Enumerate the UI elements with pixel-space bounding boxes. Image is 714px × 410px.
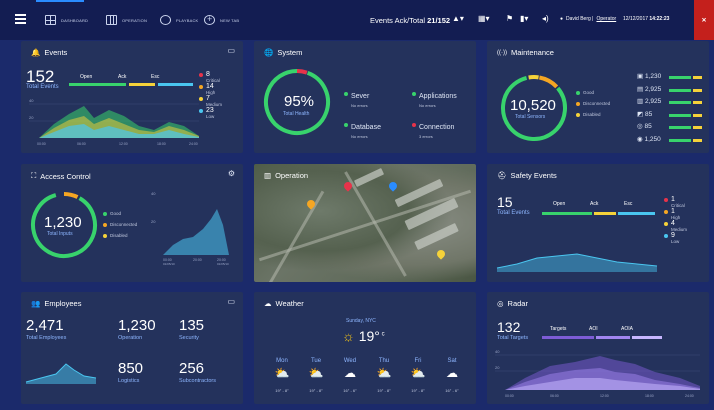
partly-cloudy-icon: ⛅ [274, 366, 290, 380]
svg-text:20:00: 20:00 [193, 258, 202, 262]
operation-panel: ▥ Operation [254, 164, 476, 282]
datetime: 12/12/2017 14:22:23 [623, 16, 670, 22]
radar-area-chart: 40 20 00:00 06:00 12:00 18:00 24:00 [495, 349, 700, 398]
nav-dashboard[interactable]: DASHBOARD [45, 14, 88, 26]
health-percent: 95% [284, 93, 315, 110]
svg-text:20: 20 [495, 365, 500, 370]
svg-text:20: 20 [29, 115, 34, 120]
svg-text:00:00: 00:00 [505, 394, 514, 398]
access-icon: ⛶ [31, 171, 37, 180]
maintenance-title: ((·)) Maintenance [497, 48, 554, 57]
employees-sparkline [25, 363, 97, 384]
rain-cloud-icon: ☁ [344, 366, 356, 380]
nav-operation[interactable]: OPERATION [106, 14, 147, 26]
access-panel: ⛶ Access Control ⚙ 1,230 Total Inputs Goo… [21, 164, 243, 282]
svg-text:24:00: 24:00 [685, 394, 694, 398]
globe-icon: 🌐 [264, 48, 274, 57]
maintenance-legend: Good Disconnected Disabled [576, 90, 610, 118]
safety-panel: ⛑ Safety Events 15 Total Events Open Ack … [487, 164, 709, 282]
maintenance-rows: ▣ 1,230 ▤ 2,925 ▥ 2,925 ◩ 85 ◎ 85 ◉ 1,25… [637, 71, 702, 146]
radar-icon: ◎ [497, 299, 504, 308]
svg-text:12:00: 12:00 [119, 142, 128, 146]
cloud-icon: ☁ [264, 299, 272, 308]
window-icon[interactable]: ▭ [227, 46, 235, 55]
weather-title: ☁ Weather [264, 299, 304, 308]
ack-bar [129, 83, 155, 86]
events-ack-total[interactable]: Events Ack/Total 21/152 [370, 16, 450, 25]
events-panel: 🔔 Events ▭ 152 Total Events Open Ack Esc … [21, 41, 243, 153]
map-icon: ▥ [264, 171, 272, 180]
safety-title: ⛑ Safety Events [497, 171, 557, 180]
events-legend: 8 Critical 14 High 7 Medium 23 Low [199, 71, 222, 120]
settings-icon[interactable]: ⚙ [228, 169, 235, 178]
events-area-chart: 40 20 00:00 06:00 12:00 18:00 24:00 [29, 98, 199, 146]
svg-text:01/05/10: 01/05/10 [163, 262, 175, 266]
system-panel: 🌐 System 95% Total Health Sever No errors … [254, 41, 476, 153]
radar-title: ◎ Radar [497, 299, 528, 308]
nav-new-tab[interactable]: NEW TAB [204, 14, 239, 26]
svg-text:40: 40 [29, 98, 34, 103]
radar-panel: ◎ Radar 132 Total Targets Targets AOI AOI… [487, 292, 709, 404]
svg-text:06:00: 06:00 [77, 142, 86, 146]
svg-text:20: 20 [151, 219, 156, 224]
grid-icon[interactable]: ▦▾ [478, 14, 490, 23]
esc-bar [158, 83, 193, 86]
menu-icon[interactable] [15, 14, 26, 24]
rain-cloud-icon: ☁ [446, 366, 458, 380]
weather-panel: ☁ Weather Sunday, NYC ☼ 19° c Mon Tue Wed… [254, 292, 476, 404]
current-weather: ☼ 19° c [342, 328, 385, 344]
sun-icon: ☼ [342, 328, 355, 344]
dashboard-icon [45, 15, 56, 25]
safety-icon: ⛑ [497, 171, 507, 180]
volume-icon[interactable]: ◂) [542, 14, 549, 23]
events-title: 🔔 Events [31, 48, 68, 57]
operation-title: ▥ Operation [264, 171, 309, 180]
employees-panel: 👥 Employees ▭ 2,471 Total Employees 1,230… [21, 292, 243, 404]
svg-text:01/05/10: 01/05/10 [217, 262, 229, 266]
user-icon: ● [560, 16, 564, 22]
partly-cloudy-icon: ⛅ [410, 366, 426, 380]
access-title: ⛶ Access Control [31, 171, 91, 181]
svg-text:18:00: 18:00 [157, 142, 166, 146]
access-area-chart: 40 20 00:00 20:00 20:00 01/05/10 01/05/1… [151, 191, 229, 266]
svg-text:06:00: 06:00 [550, 394, 559, 398]
system-item-database: Database No errors [344, 116, 381, 139]
system-item-connection: Connection 3 errors [412, 116, 454, 139]
events-total-label: Total Events [26, 84, 59, 90]
operation-icon [106, 15, 117, 25]
access-legend: Good Disconnected Disabled [103, 211, 137, 239]
window-icon[interactable]: ▭ [227, 297, 235, 306]
partly-cloudy-icon: ⛅ [376, 366, 392, 380]
weather-location: Sunday, NYC [346, 318, 376, 324]
signal-icon: ((·)) [497, 49, 507, 56]
alert-icon[interactable]: ▲▾ [452, 14, 464, 23]
active-tab-indicator [36, 0, 84, 2]
svg-text:18:00: 18:00 [645, 394, 654, 398]
plus-icon [204, 14, 215, 25]
partly-cloudy-icon: ⛅ [308, 366, 324, 380]
safety-legend: 1 Critical 1 High 4 Medium 9 Low [664, 196, 687, 245]
battery-icon[interactable]: ▮▾ [520, 14, 528, 23]
employees-title: 👥 Employees [31, 299, 82, 308]
maintenance-panel: ((·)) Maintenance 10,520 Total Sensors Go… [487, 41, 709, 153]
top-bar: DASHBOARD OPERATION PLAYBACK NEW TAB Eve… [0, 0, 714, 40]
nav-playback[interactable]: PLAYBACK [160, 14, 198, 26]
system-item-sever: Sever No errors [344, 85, 369, 108]
safety-area-chart [496, 253, 658, 272]
flag-icon[interactable]: ⚑ [506, 14, 513, 23]
svg-text:12:00: 12:00 [600, 394, 609, 398]
bell-icon: 🔔 [31, 48, 41, 57]
user-info[interactable]: ● David Berg | Operator [560, 16, 616, 22]
svg-text:40: 40 [151, 191, 156, 196]
system-item-applications: Applications No errors [412, 85, 457, 108]
open-bar [69, 83, 126, 86]
svg-text:24:00: 24:00 [189, 142, 198, 146]
users-icon: 👥 [31, 299, 41, 308]
svg-text:40: 40 [495, 349, 500, 354]
playback-icon [160, 15, 171, 25]
svg-text:00:00: 00:00 [37, 142, 46, 146]
brand-logo: ✕ [694, 0, 714, 40]
system-title: 🌐 System [264, 48, 303, 57]
